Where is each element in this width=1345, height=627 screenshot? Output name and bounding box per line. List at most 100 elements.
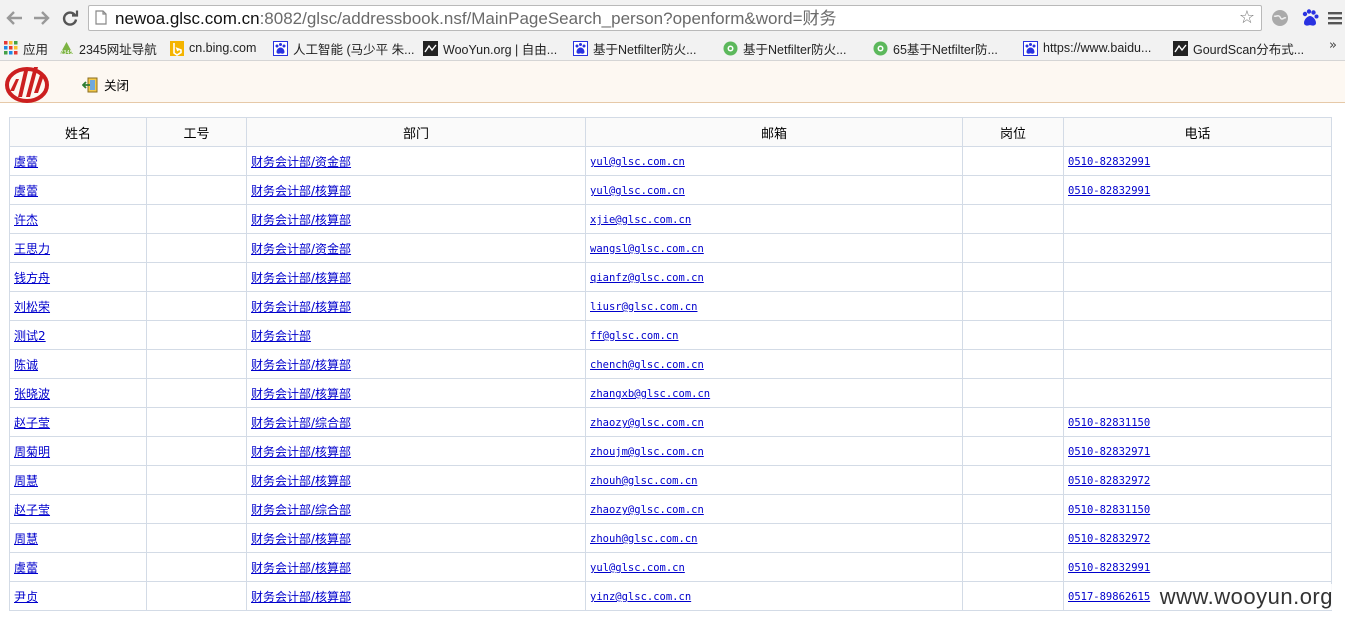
name-link[interactable]: 周菊明 <box>14 445 50 459</box>
cell-name: 虞蕾 <box>9 552 147 582</box>
email-link[interactable]: zhouh@glsc.com.cn <box>590 475 697 487</box>
name-link[interactable]: 赵子莹 <box>14 416 50 430</box>
department-link[interactable]: 财务会计部/综合部 <box>251 503 351 517</box>
department-link[interactable]: 财务会计部/核算部 <box>251 445 351 459</box>
department-link[interactable]: 财务会计部/资金部 <box>251 155 351 169</box>
phone-link[interactable]: 0517-89862615 <box>1068 591 1150 603</box>
email-link[interactable]: qianfz@glsc.com.cn <box>590 272 704 284</box>
phone-link[interactable]: 0510-82832991 <box>1068 562 1150 574</box>
bookmark-netfilter-1[interactable]: 基于Netfilter防火... <box>573 38 697 58</box>
bookmark-gourdscan[interactable]: GourdScan分布式... <box>1173 38 1304 58</box>
cell-position <box>962 581 1064 611</box>
bookmark-apps[interactable]: 应用 <box>3 38 48 58</box>
department-link[interactable]: 财务会计部/综合部 <box>251 416 351 430</box>
cell-position <box>962 204 1064 234</box>
email-link[interactable]: yul@glsc.com.cn <box>590 156 685 168</box>
cell-email: zhaozy@glsc.com.cn <box>585 407 963 437</box>
email-link[interactable]: yul@glsc.com.cn <box>590 185 685 197</box>
baidu-paw-icon <box>573 40 588 56</box>
name-link[interactable]: 尹贞 <box>14 590 38 604</box>
email-link[interactable]: liusr@glsc.com.cn <box>590 301 697 313</box>
department-link[interactable]: 财务会计部/核算部 <box>251 561 351 575</box>
department-link[interactable]: 财务会计部/资金部 <box>251 242 351 256</box>
name-link[interactable]: 虞蕾 <box>14 184 38 198</box>
department-link[interactable]: 财务会计部/核算部 <box>251 213 351 227</box>
table-row: 赵子莹 财务会计部/综合部 zhaozy@glsc.com.cn 0510-82831… <box>9 494 1332 524</box>
cell-position <box>962 291 1064 321</box>
name-link[interactable]: 赵子莹 <box>14 503 50 517</box>
baidu-paw-extension-icon[interactable] <box>1300 8 1320 28</box>
bookmark-bing[interactable]: cn.bing.com <box>169 38 256 58</box>
name-link[interactable]: 周慧 <box>14 474 38 488</box>
department-link[interactable]: 财务会计部/核算部 <box>251 184 351 198</box>
name-link[interactable]: 张晓波 <box>14 387 50 401</box>
cell-email: zhouh@glsc.com.cn <box>585 523 963 553</box>
close-button[interactable]: 关闭 <box>82 75 129 94</box>
email-link[interactable]: zhaozy@glsc.com.cn <box>590 504 704 516</box>
name-link[interactable]: 测试2 <box>14 329 46 343</box>
globe-extension-icon[interactable] <box>1270 8 1290 28</box>
department-link[interactable]: 财务会计部/核算部 <box>251 474 351 488</box>
name-link[interactable]: 虞蕾 <box>14 155 38 169</box>
name-link[interactable]: 刘松荣 <box>14 300 50 314</box>
cell-name: 许杰 <box>9 204 147 234</box>
back-arrow-icon <box>6 11 22 25</box>
bookmark-netfilter-2[interactable]: 基于Netfilter防火... <box>723 38 847 58</box>
table-header-row: 姓名 工号 部门 邮箱 岗位 电话 <box>9 117 1332 147</box>
reload-button[interactable] <box>59 6 81 30</box>
phone-link[interactable]: 0510-82832971 <box>1068 446 1150 458</box>
back-button[interactable] <box>4 6 26 30</box>
department-link[interactable]: 财务会计部/核算部 <box>251 532 351 546</box>
email-link[interactable]: zhouh@glsc.com.cn <box>590 533 697 545</box>
department-link[interactable]: 财务会计部/核算部 <box>251 300 351 314</box>
bookmark-netfilter-3[interactable]: 65基于Netfilter防... <box>873 38 998 58</box>
address-bar[interactable]: newoa.glsc.com.cn:8082/glsc/addressbook.… <box>88 5 1262 31</box>
email-link[interactable]: wangsl@glsc.com.cn <box>590 243 704 255</box>
name-link[interactable]: 钱方舟 <box>14 271 50 285</box>
name-link[interactable]: 陈诚 <box>14 358 38 372</box>
bookmarks-overflow-chevron-icon[interactable]: » <box>1329 38 1337 53</box>
email-link[interactable]: ff@glsc.com.cn <box>590 330 679 342</box>
table-row: 陈诚 财务会计部/核算部 chench@glsc.com.cn <box>9 349 1332 379</box>
department-link[interactable]: 财务会计部/核算部 <box>251 358 351 372</box>
chrome-menu-icon[interactable] <box>1325 8 1345 28</box>
phone-link[interactable]: 0510-82831150 <box>1068 417 1150 429</box>
address-book-table: 姓名 工号 部门 邮箱 岗位 电话 虞蕾 财务会计部/资金部 yul@glsc.co… <box>9 117 1332 611</box>
cell-phone <box>1063 204 1332 234</box>
table-row: 虞蕾 财务会计部/核算部 yul@glsc.com.cn 0510-82832991 <box>9 552 1332 582</box>
email-link[interactable]: zhoujm@glsc.com.cn <box>590 446 704 458</box>
bookmark-star-icon[interactable]: ☆ <box>1239 8 1255 28</box>
bookmark-label: 基于Netfilter防火... <box>743 42 847 57</box>
department-link[interactable]: 财务会计部 <box>251 329 311 343</box>
bookmark-wooyun[interactable]: WooYun.org | 自由... <box>423 38 557 58</box>
cell-phone: 0510-82831150 <box>1063 494 1332 524</box>
table-row: 张晓波 财务会计部/核算部 zhangxb@glsc.com.cn <box>9 378 1332 408</box>
table-row: 周慧 财务会计部/核算部 zhouh@glsc.com.cn 0510-8283297… <box>9 523 1332 553</box>
department-link[interactable]: 财务会计部/核算部 <box>251 590 351 604</box>
name-link[interactable]: 许杰 <box>14 213 38 227</box>
phone-link[interactable]: 0510-82831150 <box>1068 504 1150 516</box>
email-link[interactable]: chench@glsc.com.cn <box>590 359 704 371</box>
email-link[interactable]: yul@glsc.com.cn <box>590 562 685 574</box>
cell-position <box>962 262 1064 292</box>
name-link[interactable]: 虞蕾 <box>14 561 38 575</box>
header-department: 部门 <box>246 117 586 147</box>
phone-link[interactable]: 0510-82832991 <box>1068 156 1150 168</box>
cell-employee-id <box>146 291 247 321</box>
email-link[interactable]: yinz@glsc.com.cn <box>590 591 691 603</box>
bookmark-2345[interactable]: 2345 2345网址导航 <box>59 38 157 58</box>
bookmark-ai[interactable]: 人工智能 (马少平 朱... <box>273 38 415 58</box>
department-link[interactable]: 财务会计部/核算部 <box>251 271 351 285</box>
name-link[interactable]: 周慧 <box>14 532 38 546</box>
phone-link[interactable]: 0510-82832991 <box>1068 185 1150 197</box>
phone-link[interactable]: 0510-82832972 <box>1068 533 1150 545</box>
bookmark-baidu[interactable]: https://www.baidu... <box>1023 38 1151 58</box>
email-link[interactable]: zhaozy@glsc.com.cn <box>590 417 704 429</box>
name-link[interactable]: 王思力 <box>14 242 50 256</box>
email-link[interactable]: zhangxb@glsc.com.cn <box>590 388 710 400</box>
email-link[interactable]: xjie@glsc.com.cn <box>590 214 691 226</box>
phone-link[interactable]: 0510-82832972 <box>1068 475 1150 487</box>
department-link[interactable]: 财务会计部/核算部 <box>251 387 351 401</box>
header-employee-id: 工号 <box>146 117 247 147</box>
forward-button[interactable] <box>30 6 52 30</box>
